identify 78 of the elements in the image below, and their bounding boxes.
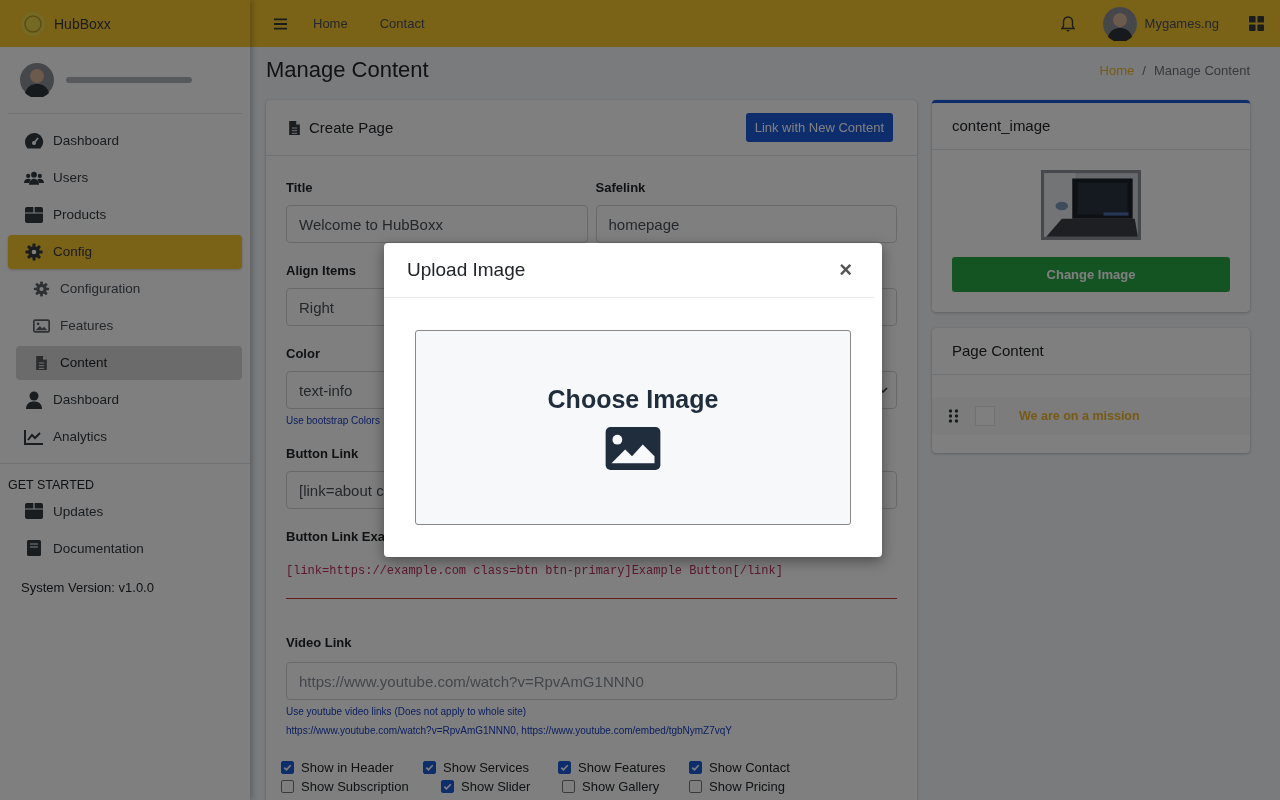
card-title: Page Content (952, 342, 1044, 359)
checkbox-option[interactable]: Show Subscription (281, 779, 409, 794)
field-label: Color (286, 346, 320, 361)
checkbox-option[interactable]: Show Pricing (689, 779, 785, 794)
checkbox[interactable] (689, 780, 702, 793)
version-text: System Version: v1.0.0 (20, 579, 155, 597)
nav-item[interactable]: Dashboard (8, 382, 242, 417)
nav-item[interactable]: Analytics (8, 419, 242, 454)
video-link-field[interactable]: https://www.youtube.com/watch?v=RpvAmG1NNN0 (286, 662, 897, 700)
file-icon (288, 119, 301, 136)
field-label: Safelink (595, 180, 646, 195)
gear-icon (33, 280, 50, 297)
checkbox[interactable] (689, 761, 702, 774)
nav-item[interactable]: Users (8, 160, 242, 195)
breadcrumb-separator: / (1142, 62, 1146, 78)
field-label: Video Link (286, 635, 352, 650)
drag-handle-icon[interactable] (948, 409, 959, 423)
link-content-button[interactable]: Link with New Content (745, 113, 893, 142)
nav-link[interactable]: Contact (379, 16, 425, 31)
image-icon (33, 317, 50, 334)
nav-subitem[interactable]: Content (16, 345, 242, 380)
chart-icon (24, 427, 44, 446)
hint-text: https://www.youtube.com/watch?v=RpvAmG1NNN0, https://www.youtube.com/embed/tgbNymZ7vqY (286, 725, 733, 736)
avatar-icon[interactable] (1102, 6, 1137, 41)
code-example: [link=https://example.com class=btn btn-primary]Example Button[/link] (286, 563, 783, 580)
book-icon (24, 539, 44, 557)
checkbox[interactable] (423, 761, 436, 774)
box-icon (24, 205, 44, 224)
logo-icon (20, 10, 46, 37)
gauge-icon (24, 131, 44, 150)
nav-item[interactable]: Config (8, 234, 242, 269)
title-field[interactable]: Welcome to HubBoxx (286, 205, 588, 243)
checkbox-option[interactable]: Show in Header (281, 760, 394, 775)
image-drop-zone[interactable]: Choose Image (415, 330, 851, 525)
page-title: Manage Content (266, 57, 429, 83)
checkbox[interactable] (441, 780, 454, 793)
content-title: We are on a mission (1019, 409, 1140, 423)
field-label: Button Link (286, 446, 359, 461)
checkbox[interactable] (281, 761, 294, 774)
checkbox-option[interactable]: Show Services (423, 760, 529, 775)
box-icon (24, 502, 44, 520)
avatar-icon (20, 63, 54, 97)
field-label: Title (286, 180, 313, 195)
card-title: Create Page (309, 119, 394, 136)
image-icon (605, 427, 661, 470)
checkbox[interactable] (281, 780, 294, 793)
hint-text: Use bootstrap Colors (286, 415, 380, 426)
checkbox[interactable] (562, 780, 575, 793)
brand-name: HubBoxx (54, 15, 111, 32)
drop-zone-label: Choose Image (547, 385, 719, 414)
user-name[interactable]: Mygames.ng (1144, 16, 1219, 31)
breadcrumb-current: Manage Content (1153, 62, 1250, 78)
checkbox-option[interactable]: Show Features (558, 760, 666, 775)
grid-icon[interactable] (1249, 16, 1264, 31)
checkbox-option[interactable]: Show Slider (441, 779, 531, 794)
field-label: Button Link Exa (286, 529, 385, 544)
nav-subitem[interactable]: Features (16, 308, 242, 343)
nav-item[interactable]: Dashboard (8, 123, 242, 158)
nav-subitem[interactable]: Configuration (16, 271, 242, 306)
section-heading: GET STARTED (7, 477, 96, 494)
field-label: Align Items (286, 263, 357, 278)
dialog-title: Upload Image (407, 259, 526, 281)
close-button[interactable]: × (839, 259, 852, 281)
change-image-button[interactable]: Change Image (952, 257, 1230, 292)
nav-item[interactable]: Products (8, 197, 242, 232)
checkbox-option[interactable]: Show Contact (689, 760, 790, 775)
safelink-field[interactable]: homepage (595, 205, 897, 243)
file-icon (33, 354, 50, 371)
hint-text: Use youtube video links (Does not apply to whole site) (286, 706, 527, 717)
card-title: content_image (952, 117, 1051, 134)
bell-icon[interactable] (1060, 15, 1075, 32)
checkbox-option[interactable]: Show Gallery (562, 779, 660, 794)
checkbox[interactable] (558, 761, 571, 774)
user-icon (24, 390, 44, 409)
nav-item[interactable]: Documentation (8, 531, 242, 565)
nav-item[interactable]: Updates (8, 494, 242, 528)
menu-icon[interactable] (274, 17, 287, 30)
nav-link[interactable]: Home (313, 16, 348, 31)
